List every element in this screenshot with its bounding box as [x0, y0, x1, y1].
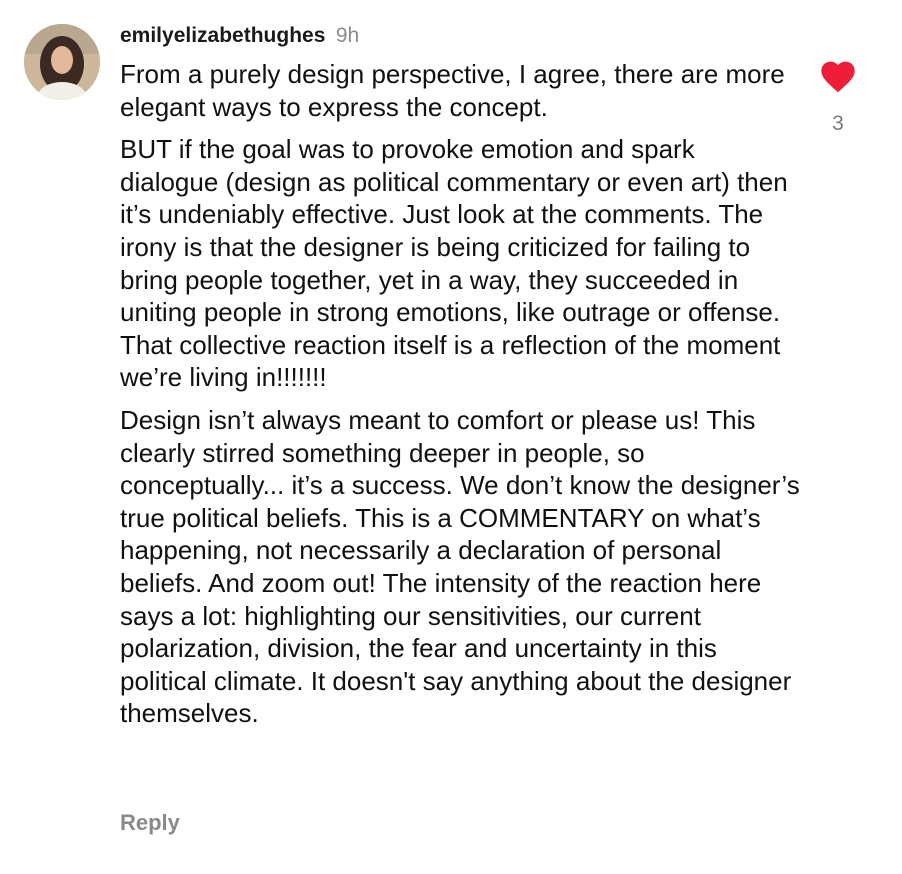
- avatar[interactable]: [24, 24, 100, 100]
- username[interactable]: emilyelizabethughes: [120, 24, 325, 47]
- comment-paragraph: From a purely design perspective, I agre…: [120, 59, 785, 122]
- comment: emilyelizabethughes 9h From a purely des…: [0, 0, 902, 874]
- like-button[interactable]: [818, 56, 858, 94]
- like-count: 3: [832, 112, 844, 135]
- heart-filled-icon: [821, 61, 855, 93]
- avatar-photo: [24, 24, 100, 100]
- timestamp: 9h: [335, 24, 360, 47]
- comment-body: From a purely design perspective, I agre…: [120, 58, 800, 740]
- reply-button[interactable]: Reply: [120, 810, 180, 836]
- comment-paragraph: Design isn’t always meant to comfort or …: [120, 404, 800, 729]
- comment-paragraph: BUT if the goal was to provoke emotion a…: [120, 134, 788, 393]
- comment-header: emilyelizabethughes 9h: [120, 24, 359, 54]
